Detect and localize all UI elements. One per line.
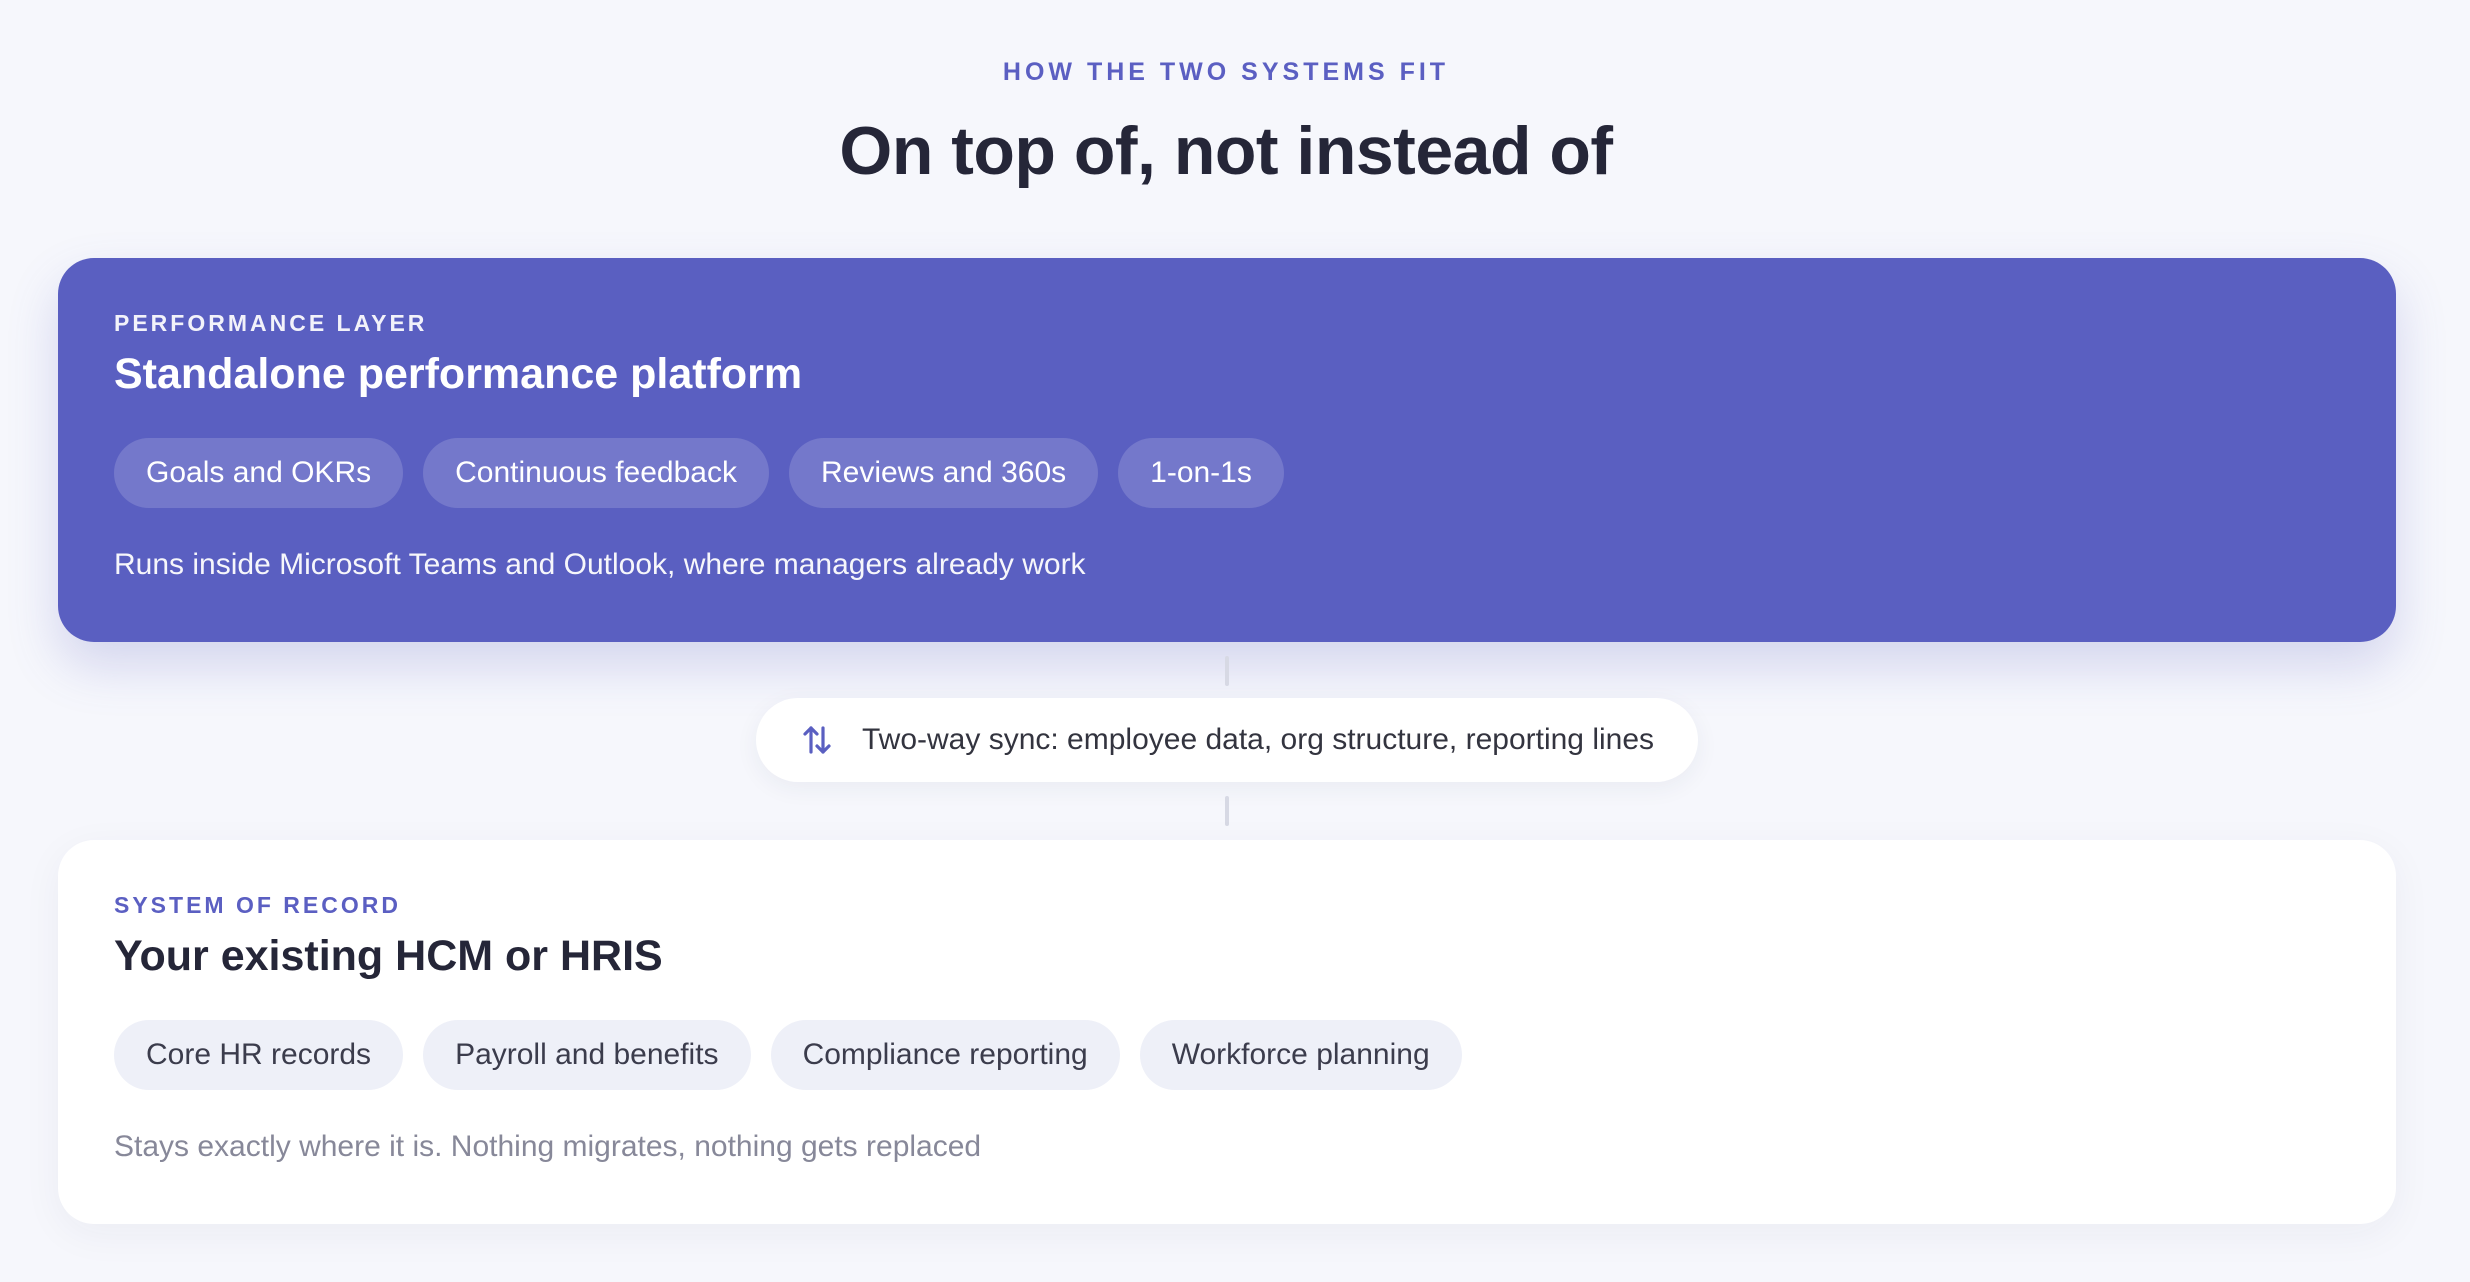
- chip-goals-okrs: Goals and OKRs: [114, 438, 404, 508]
- chip-reviews-360s: Reviews and 360s: [788, 438, 1099, 508]
- chip-continuous-feedback: Continuous feedback: [423, 438, 769, 508]
- performance-layer-note: Runs inside Microsoft Teams and Outlook,…: [114, 548, 1086, 581]
- page-title: On top of, not instead of: [839, 113, 1613, 189]
- sync-arrows-icon: [800, 723, 834, 757]
- chip-workforce-planning: Workforce planning: [1139, 1020, 1462, 1090]
- system-of-record-kicker: SYSTEM OF RECORD: [114, 892, 401, 918]
- chip-core-hr-records: Core HR records: [114, 1020, 404, 1090]
- connector-line-bottom: [1225, 796, 1229, 826]
- page: HOW THE TWO SYSTEMS FIT On top of, not i…: [0, 0, 2470, 1282]
- sync-label: Two-way sync: employee data, org structu…: [862, 723, 1655, 756]
- sync-badge: Two-way sync: employee data, org structu…: [756, 698, 1698, 782]
- system-of-record-note: Stays exactly where it is. Nothing migra…: [114, 1130, 982, 1163]
- section-eyebrow: HOW THE TWO SYSTEMS FIT: [1002, 58, 1450, 86]
- chip-payroll-benefits: Payroll and benefits: [423, 1020, 751, 1090]
- chip-one-on-ones: 1-on-1s: [1118, 438, 1284, 508]
- chip-compliance-reporting: Compliance reporting: [770, 1020, 1120, 1090]
- performance-layer-kicker: PERFORMANCE LAYER: [114, 310, 428, 336]
- system-of-record-title: Your existing HCM or HRIS: [114, 932, 663, 980]
- record-feature-chips: Core HR records Payroll and benefits Com…: [114, 1020, 1462, 1090]
- connector-line-top: [1225, 656, 1229, 686]
- performance-layer-title: Standalone performance platform: [114, 350, 803, 398]
- performance-feature-chips: Goals and OKRs Continuous feedback Revie…: [114, 438, 1284, 508]
- performance-layer-card: PERFORMANCE LAYER Standalone performance…: [58, 258, 2396, 642]
- system-of-record-card: SYSTEM OF RECORD Your existing HCM or HR…: [58, 840, 2396, 1224]
